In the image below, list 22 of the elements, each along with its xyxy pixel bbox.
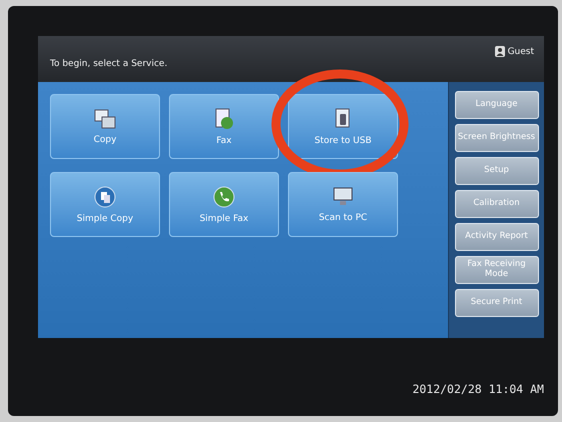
service-tile[interactable]: Scan to PC [288,172,398,237]
side-button[interactable]: Calibration [454,190,538,218]
side-button[interactable]: Secure Print [454,289,538,317]
copy-icon [94,186,116,208]
usb-drive-icon [334,108,352,130]
user-icon [494,46,505,57]
service-tile[interactable]: Copy [50,94,160,159]
computer-icon [332,186,354,206]
side-button[interactable]: Setup [454,157,538,185]
clock-text: 2012/02/28 11:04 AM [412,382,544,396]
phone-icon [213,186,235,208]
side-button[interactable]: Activity Report [454,223,538,251]
copy-icon [94,108,116,128]
prompt-text: To begin, select a Service. [50,59,168,69]
service-tile[interactable]: Simple Fax [169,172,279,237]
service-tile[interactable]: Simple Copy [50,172,160,237]
side-button[interactable]: Language [454,91,538,119]
side-button[interactable]: Fax Receiving Mode [454,256,538,284]
service-tile[interactable]: Fax [169,94,279,159]
user-name: Guest [508,46,534,56]
side-button[interactable]: Screen Brightness [454,124,538,152]
service-tile[interactable]: Store to USB [288,94,398,159]
